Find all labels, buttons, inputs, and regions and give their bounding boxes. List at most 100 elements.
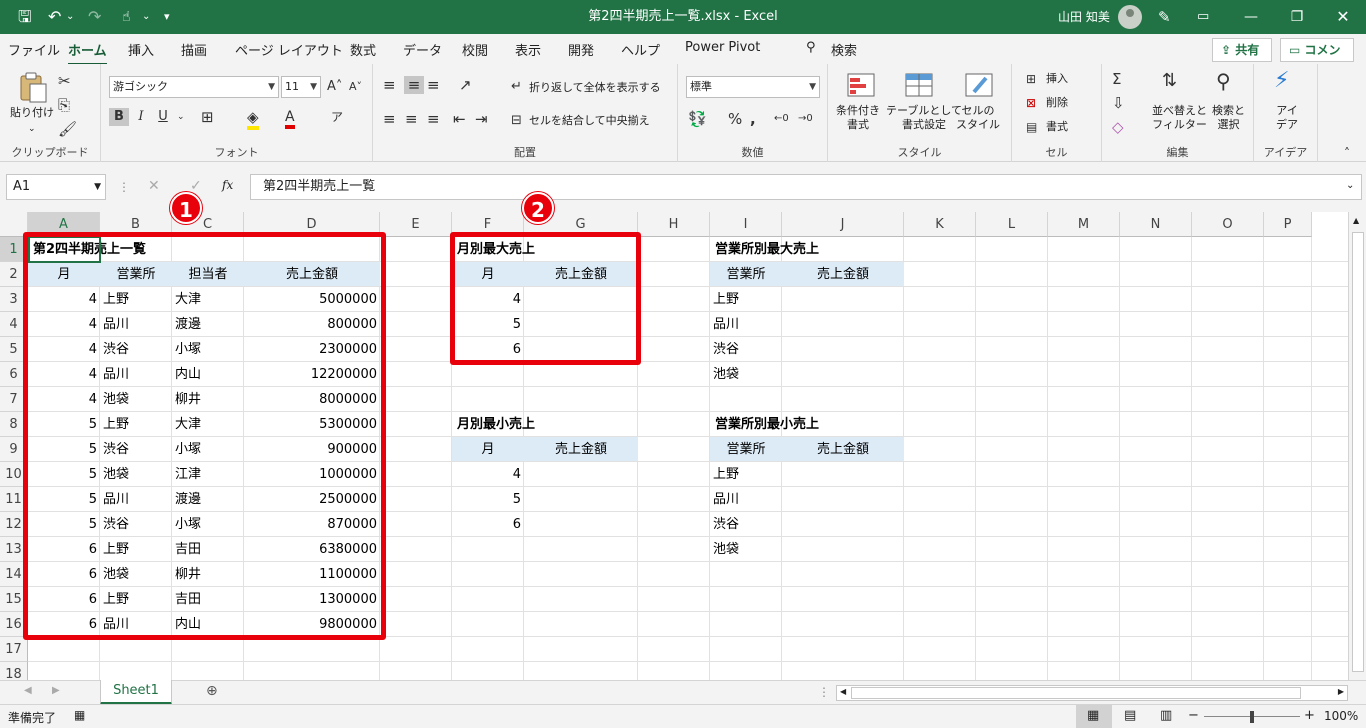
percent-icon[interactable]: % (728, 110, 742, 128)
monthly-min-month[interactable]: 6 (452, 512, 524, 537)
conditional-format-icon[interactable] (846, 70, 876, 100)
insert-cells-button[interactable]: 挿入 (1046, 72, 1068, 86)
column-header-K[interactable]: K (904, 212, 976, 237)
increase-decimal-icon[interactable]: ←0 (774, 110, 789, 128)
branch-min-branch[interactable]: 品川 (710, 487, 742, 512)
comma-icon[interactable]: , (750, 110, 756, 128)
format-as-table-icon[interactable] (904, 70, 934, 100)
branch-min-header-sales[interactable]: 売上金額 (782, 437, 904, 462)
orientation-icon[interactable]: ↗ (459, 76, 472, 94)
scroll-right-icon[interactable]: ▶ (1338, 687, 1344, 696)
column-header-P[interactable]: P (1264, 212, 1312, 237)
format-painter-icon[interactable]: 🖌 (58, 120, 77, 138)
currency-icon[interactable]: 💱 (688, 110, 707, 128)
scroll-up-icon[interactable]: ▲ (1353, 216, 1359, 225)
comments-button[interactable]: ▭ コメント (1280, 38, 1354, 79)
page-layout-view-icon[interactable]: ▤ (1124, 708, 1136, 723)
prev-sheet-icon[interactable]: ◀ (24, 685, 32, 696)
vertical-scrollbar[interactable]: ▲ (1348, 212, 1366, 680)
sheet-tab-sheet1[interactable]: Sheet1 (100, 680, 172, 705)
find-select-icon[interactable]: ⚲ (1216, 71, 1231, 91)
column-header-I[interactable]: I (710, 212, 782, 237)
ideas-icon[interactable]: ⚡ (1274, 70, 1289, 92)
zoom-slider-handle[interactable] (1250, 711, 1254, 723)
format-as-table-button[interactable]: テーブルとして 書式設定 (886, 104, 962, 132)
phonetic-icon[interactable]: ア (331, 108, 343, 126)
branch-min-header-branch[interactable]: 営業所 (710, 437, 782, 462)
column-header-M[interactable]: M (1048, 212, 1120, 237)
tab-data[interactable]: データ (403, 40, 442, 59)
next-sheet-icon[interactable]: ▶ (52, 685, 60, 696)
tab-help[interactable]: ヘルプ (621, 40, 660, 59)
branch-min-branch[interactable]: 池袋 (710, 537, 742, 562)
column-header-N[interactable]: N (1120, 212, 1192, 237)
monthly-min-header-month[interactable]: 月 (452, 437, 524, 462)
monthly-min-title[interactable]: 月別最小売上 (454, 412, 538, 437)
monthly-min-header-sales[interactable]: 売上金額 (524, 437, 638, 462)
fill-icon[interactable]: ⇩ (1112, 94, 1125, 112)
macro-record-icon[interactable]: ▦ (74, 708, 85, 722)
align-bottom-icon[interactable]: ≡ (427, 76, 440, 94)
paste-dropdown-icon[interactable]: ⌄ (28, 122, 36, 136)
wrap-text-button[interactable]: 折り返して全体を表示する (529, 81, 661, 95)
user-name[interactable]: 山田 知美 (1058, 0, 1110, 34)
tab-insert[interactable]: 挿入 (128, 40, 154, 59)
search-icon[interactable]: ⚲ (806, 40, 816, 55)
avatar[interactable] (1118, 5, 1142, 29)
cut-icon[interactable]: ✂ (58, 72, 71, 90)
branch-max-header-branch[interactable]: 営業所 (710, 262, 782, 287)
row-header-17[interactable]: 17 (0, 637, 28, 662)
find-select-button[interactable]: 検索と 選択 (1212, 104, 1245, 132)
font-name-select[interactable]: 游ゴシック ▼ (109, 76, 279, 98)
delete-cells-icon[interactable]: ⊠ (1026, 94, 1036, 112)
underline-dropdown-icon[interactable]: ⌄ (177, 108, 185, 126)
page-break-view-icon[interactable]: ▥ (1160, 708, 1172, 723)
decrease-font-icon[interactable]: A˅ (349, 78, 362, 96)
increase-indent-icon[interactable]: ⇥ (475, 110, 488, 128)
enter-icon[interactable]: ✓ (190, 178, 202, 194)
zoom-level[interactable]: 100% (1324, 709, 1358, 723)
column-header-L[interactable]: L (976, 212, 1048, 237)
increase-font-icon[interactable]: A˄ (327, 78, 342, 96)
ideas-button[interactable]: アイ デア (1276, 104, 1298, 132)
underline-button[interactable]: U (155, 108, 171, 126)
branch-max-branch[interactable]: 池袋 (710, 362, 742, 387)
restore-icon[interactable]: ❐ (1274, 0, 1320, 34)
autosum-icon[interactable]: Σ (1112, 70, 1121, 88)
branch-min-title[interactable]: 営業所別最小売上 (712, 412, 822, 437)
clear-icon[interactable]: ◇ (1112, 118, 1124, 136)
horizontal-scroll-thumb[interactable] (851, 687, 1301, 699)
cell-styles-icon[interactable] (964, 70, 994, 100)
branch-max-branch[interactable]: 渋谷 (710, 337, 742, 362)
tab-page-layout[interactable]: ページ レイアウト (235, 40, 343, 59)
branch-min-branch[interactable]: 渋谷 (710, 512, 742, 537)
normal-view-button[interactable]: ▦ (1076, 705, 1112, 728)
expand-formula-icon[interactable]: ⌄ (1346, 180, 1354, 191)
branch-max-branch[interactable]: 品川 (710, 312, 742, 337)
bold-button[interactable]: B (109, 108, 129, 126)
tab-draw[interactable]: 描画 (181, 40, 207, 59)
paste-label[interactable]: 貼り付け (10, 106, 54, 120)
formula-input[interactable]: 第2四半期売上一覧 (250, 174, 1362, 200)
tab-file[interactable]: ファイル (8, 40, 60, 59)
align-right-icon[interactable]: ≡ (427, 110, 440, 128)
font-size-select[interactable]: 11 ▼ (281, 76, 321, 98)
collapse-ribbon-icon[interactable]: ˄ (1344, 144, 1350, 162)
align-top-icon[interactable]: ≡ (383, 76, 396, 94)
merge-center-icon[interactable]: ⊟ (511, 112, 522, 130)
borders-icon[interactable]: ⊞ (201, 108, 214, 126)
monthly-min-month[interactable]: 4 (452, 462, 524, 487)
tab-home[interactable]: ホーム (68, 40, 107, 66)
delete-cells-button[interactable]: 削除 (1046, 96, 1068, 110)
align-middle-icon[interactable]: ≡ (404, 76, 424, 94)
column-header-H[interactable]: H (638, 212, 710, 237)
merge-center-button[interactable]: セルを結合して中央揃え (529, 114, 650, 128)
conditional-format-button[interactable]: 条件付き 書式 (836, 104, 880, 132)
copy-icon[interactable]: ⎘ (58, 96, 70, 114)
branch-min-branch[interactable]: 上野 (710, 462, 742, 487)
sort-filter-icon[interactable]: ⇅ (1162, 72, 1177, 90)
number-format-select[interactable]: 標準 ▼ (686, 76, 820, 98)
column-header-J[interactable]: J (782, 212, 904, 237)
name-box[interactable]: A1 ▼ (6, 174, 106, 200)
ribbon-display-icon[interactable]: ▭ (1197, 0, 1209, 34)
